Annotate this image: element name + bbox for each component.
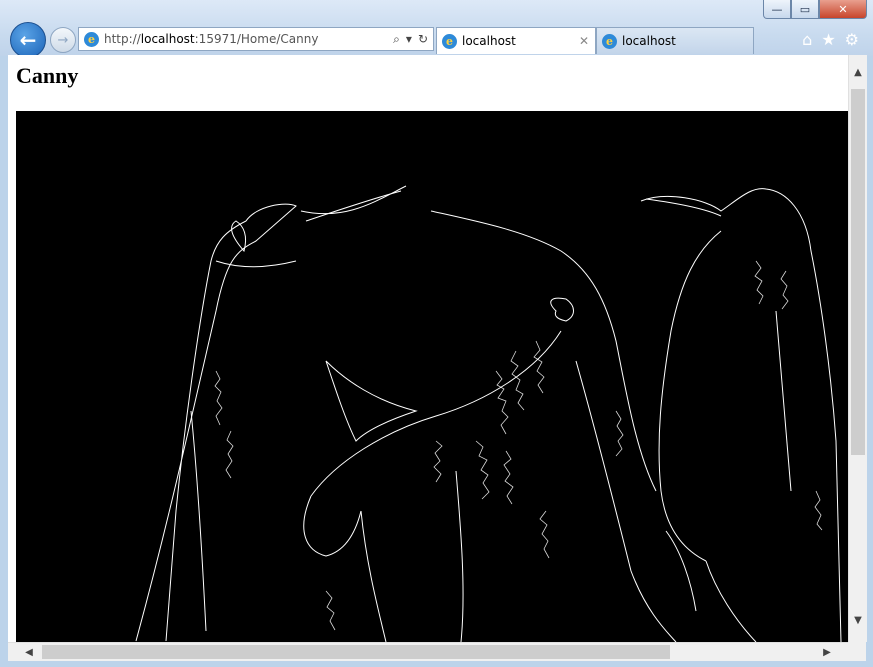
- address-tools: ⌕ ▾ ↻: [393, 32, 433, 47]
- minimize-button[interactable]: —: [763, 0, 791, 19]
- close-tab-icon[interactable]: ✕: [579, 34, 589, 48]
- url-host: localhost: [140, 32, 195, 46]
- tab-label: localhost: [462, 34, 516, 48]
- scroll-down-icon[interactable]: ▼: [849, 611, 867, 629]
- forward-button[interactable]: →: [50, 27, 76, 53]
- canny-edge-image: [16, 111, 848, 642]
- gear-icon[interactable]: ⚙: [845, 30, 859, 49]
- address-bar[interactable]: e http:// localhost :15971/Home/Canny ⌕ …: [78, 27, 434, 51]
- tab-label: localhost: [622, 34, 676, 48]
- toolbar-icons: ⌂ ★ ⚙: [802, 30, 859, 49]
- back-button[interactable]: ←: [10, 22, 46, 58]
- scroll-right-icon[interactable]: ▶: [818, 643, 836, 661]
- tab-inactive[interactable]: e localhost: [596, 27, 754, 54]
- home-icon[interactable]: ⌂: [802, 30, 812, 49]
- scroll-left-icon[interactable]: ◀: [20, 643, 38, 661]
- horizontal-scroll-thumb[interactable]: [42, 645, 670, 659]
- url-protocol: http://: [104, 32, 141, 46]
- browser-chrome: — ▭ ✕ ← → e http:// localhost :15971/Hom…: [0, 0, 873, 58]
- maximize-button[interactable]: ▭: [791, 0, 819, 19]
- tab-active[interactable]: e localhost ✕: [436, 27, 596, 54]
- scroll-up-icon[interactable]: ▲: [849, 63, 867, 81]
- page-content: Canny: [8, 55, 848, 642]
- ie-logo-icon: e: [84, 31, 99, 47]
- arrow-right-icon: →: [57, 32, 69, 48]
- ie-logo-icon: e: [602, 33, 617, 49]
- window-controls: — ▭ ✕: [763, 0, 867, 19]
- arrow-left-icon: ←: [19, 28, 37, 52]
- ie-logo-icon: e: [442, 33, 457, 49]
- star-icon[interactable]: ★: [821, 30, 835, 49]
- dropdown-icon[interactable]: ▾: [406, 32, 412, 47]
- vertical-scrollbar[interactable]: ▲ ▼: [848, 55, 867, 642]
- vertical-scroll-thumb[interactable]: [851, 89, 865, 455]
- edge-drawing: [135, 185, 842, 642]
- horizontal-scrollbar[interactable]: ◀ ▶: [8, 642, 866, 661]
- url-path: :15971/Home/Canny: [194, 32, 319, 46]
- page-title: Canny: [16, 63, 79, 88]
- close-window-button[interactable]: ✕: [819, 0, 867, 19]
- scroll-corner: [848, 642, 866, 660]
- search-icon[interactable]: ⌕: [393, 32, 400, 47]
- refresh-icon[interactable]: ↻: [418, 32, 428, 47]
